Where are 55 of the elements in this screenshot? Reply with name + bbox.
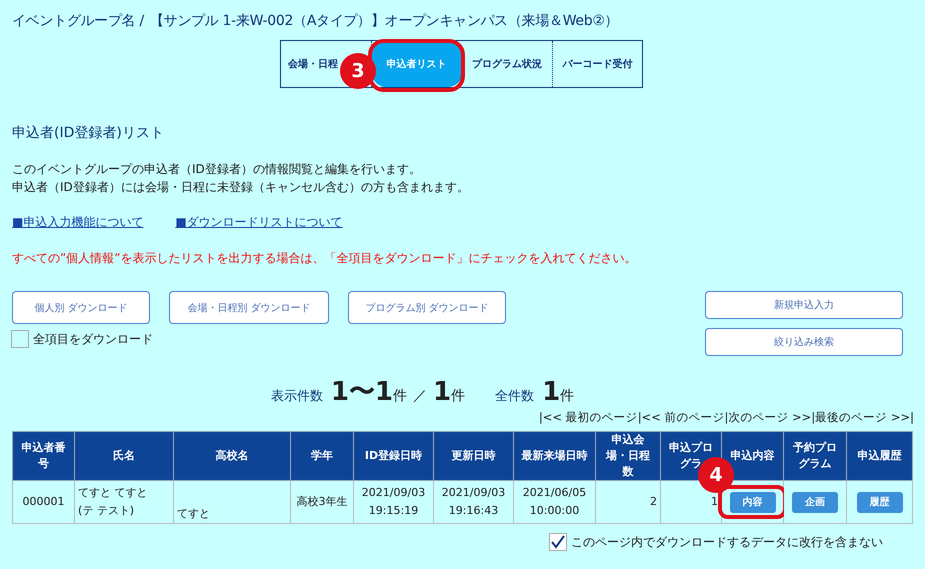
pagination-link[interactable]: |<< 最初のページ <box>538 410 638 425</box>
help-link[interactable]: ■ダウンロードリストについて <box>175 214 343 231</box>
count-value: 1 <box>330 377 349 407</box>
unit-text: 件 <box>393 387 407 405</box>
pagination-link[interactable]: |<< 前のページ <box>638 410 724 425</box>
range-separator: 〜 <box>348 376 375 409</box>
checkbox-label: このページ内でダウンロードするデータに改行を含まない <box>571 534 883 550</box>
action-button[interactable]: 絞り込み検索 <box>705 328 903 356</box>
description-text: 申込者（ID登録者）には会場・日程に未登録（キャンセル含む）の方も含まれます。 <box>12 179 470 196</box>
download-button[interactable]: 会場・日程別 ダウンロード <box>169 291 329 324</box>
count-value: 1 <box>374 377 393 407</box>
tab[interactable]: 会場・日程 <box>281 41 338 87</box>
table-cell: てすと てすと (テ テスト) <box>74 480 174 524</box>
checkbox[interactable] <box>11 330 29 348</box>
column-header: 予約プログラム <box>784 432 846 480</box>
notice-text: すべての”個人情報”を表示したリストを出力する場合は、「全項目をダウンロード」にチェックを入れてください。 <box>12 250 638 267</box>
unit-text: 件 <box>451 387 466 405</box>
tab[interactable]: バーコード受付 <box>552 41 642 87</box>
table-cell: 000001 <box>12 480 74 524</box>
pagination-link[interactable]: |最後のページ >>| <box>811 410 914 425</box>
help-link[interactable]: ■申込入力機能について <box>12 214 144 231</box>
breadcrumb-label: イベントグループ名 / <box>12 12 144 30</box>
count-value: 1 <box>542 377 560 407</box>
count-label: 全件数 <box>495 388 534 405</box>
count-value: 1 <box>433 377 452 407</box>
checkbox[interactable] <box>549 533 567 551</box>
column-header: 申込履歴 <box>846 432 912 480</box>
table-cell: 2021/09/03 19:15:19 <box>354 480 434 524</box>
section-title: 申込者(ID登録者)リスト <box>12 124 165 142</box>
table-cell: 2 <box>596 480 660 524</box>
download-button[interactable]: プログラム別 ダウンロード <box>348 291 506 324</box>
description-text: このイベントグループの申込者（ID登録者）の情報閲覧と編集を行います。 <box>12 161 422 178</box>
column-header: 申込内容 <box>722 432 784 480</box>
column-header: ID登録日時 <box>354 432 434 480</box>
event-title: 【サンプル 1-来W-002（Aタイプ）】オープンキャンパス（来場＆Web②） <box>150 12 618 30</box>
slash-text: ／ <box>413 387 427 405</box>
unit-text: 件 <box>560 387 574 405</box>
pagination-link[interactable]: |次のページ >> <box>724 410 812 425</box>
column-header: 学年 <box>290 432 354 480</box>
table-cell: 2021/09/03 19:16:43 <box>434 480 514 524</box>
download-button[interactable]: 個人別 ダウンロード <box>12 291 150 324</box>
column-header: 高校名 <box>174 432 290 480</box>
column-header: 申込会場・日程数 <box>596 432 660 480</box>
checkbox-label: 全項目をダウンロード <box>33 330 153 348</box>
checkmark-icon <box>550 534 566 550</box>
tab[interactable]: プログラム状況 <box>462 41 553 87</box>
column-header: 最新来場日時 <box>514 432 596 480</box>
column-header: 申込者番号 <box>12 432 74 480</box>
action-button[interactable]: 新規申込入力 <box>705 291 903 319</box>
table-cell: 2021/06/05 10:00:00 <box>514 480 596 524</box>
table-cell: てすと <box>174 480 290 524</box>
table-cell: 高校3年生 <box>290 480 354 524</box>
column-header: 更新日時 <box>434 432 514 480</box>
column-header: 氏名 <box>74 432 174 480</box>
count-label: 表示件数 <box>270 388 323 405</box>
